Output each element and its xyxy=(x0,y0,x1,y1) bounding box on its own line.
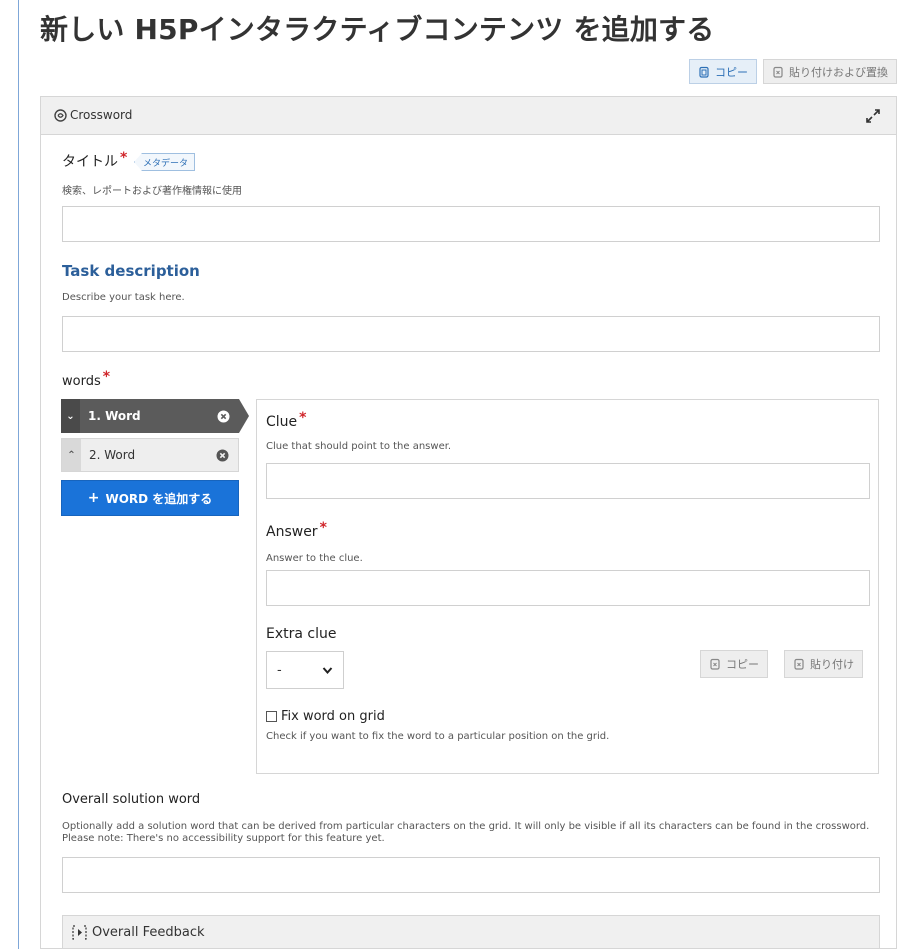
words-label-text: words xyxy=(62,374,101,389)
page-title: 新しい H5Pインタラクティブコンテンツ を追加する xyxy=(40,13,715,46)
clue-label: Clue * xyxy=(266,410,306,430)
extra-clue-select[interactable]: - xyxy=(266,651,344,689)
hub-logo-icon xyxy=(54,109,67,122)
metadata-label: メタデータ xyxy=(143,158,189,169)
remove-icon[interactable] xyxy=(216,449,229,462)
word-copy-label: コピー xyxy=(726,658,759,671)
title-input[interactable] xyxy=(62,206,880,242)
expand-group-icon xyxy=(72,925,87,940)
word-tab-label: 2. Word xyxy=(89,448,136,462)
fix-word-label: Fix word on grid xyxy=(281,709,385,724)
solution-word-input[interactable] xyxy=(62,857,880,893)
paste-icon xyxy=(794,658,804,670)
word-copy-button[interactable]: コピー xyxy=(700,650,768,678)
overall-feedback-label: Overall Feedback xyxy=(92,925,205,940)
task-description-hint: Describe your task here. xyxy=(62,292,185,303)
word-tab-2[interactable]: ⌃ 2. Word xyxy=(61,438,239,472)
copy-button[interactable]: コピー xyxy=(689,59,757,84)
word-paste-label: 貼り付け xyxy=(810,658,854,671)
solution-word-label: Overall solution word xyxy=(62,792,201,807)
add-word-label: WORD を追加する xyxy=(105,491,213,506)
paste-replace-button[interactable]: 貼り付けおよび置換 xyxy=(763,59,897,84)
editor-header: Crossword xyxy=(41,97,896,135)
chevron-down-icon xyxy=(322,667,333,675)
fix-word-row[interactable]: Fix word on grid xyxy=(266,709,385,724)
word-tab-label: 1. Word xyxy=(88,409,141,423)
overall-feedback-group[interactable]: Overall Feedback xyxy=(62,915,880,948)
metadata-button[interactable]: メタデータ xyxy=(134,153,196,171)
required-marker: * xyxy=(102,369,111,385)
required-marker: * xyxy=(299,410,307,426)
clipboard-toolbar: コピー 貼り付けおよび置換 xyxy=(689,59,897,84)
expand-chevron-icon[interactable]: ⌃ xyxy=(62,439,81,471)
required-marker: * xyxy=(319,520,327,536)
answer-input[interactable] xyxy=(266,570,870,606)
extra-clue-selected: - xyxy=(277,662,282,678)
word-form-panel: Clue * Clue that should point to the answ… xyxy=(256,399,879,774)
crossword-editor: Crossword タイトル * メタデータ 検索、レポートおよび著作権情報に使用… xyxy=(40,96,897,949)
task-description-label: Task description xyxy=(62,262,200,280)
required-marker: * xyxy=(120,150,128,166)
copy-icon xyxy=(710,658,720,670)
word-tab-1[interactable]: ⌄ 1. Word xyxy=(61,399,249,433)
collapse-chevron-icon[interactable]: ⌄ xyxy=(61,399,80,433)
paste-replace-label: 貼り付けおよび置換 xyxy=(789,65,888,79)
paste-icon xyxy=(773,66,783,78)
answer-label-text: Answer xyxy=(266,524,318,540)
word-paste-button[interactable]: 貼り付け xyxy=(784,650,863,678)
library-name: Crossword xyxy=(70,108,133,122)
task-description-input[interactable] xyxy=(62,316,880,352)
clue-input[interactable] xyxy=(266,463,870,499)
fix-word-description: Check if you want to fix the word to a p… xyxy=(266,731,610,742)
title-label-text: タイトル xyxy=(62,154,118,170)
answer-label: Answer * xyxy=(266,520,327,540)
plus-icon: + xyxy=(87,490,100,506)
answer-description: Answer to the clue. xyxy=(266,553,363,564)
frame-border xyxy=(18,0,19,949)
fix-word-checkbox[interactable] xyxy=(266,711,277,722)
copy-label: コピー xyxy=(715,65,748,79)
clue-description: Clue that should point to the answer. xyxy=(266,441,452,452)
words-label: words * xyxy=(62,369,110,389)
copy-icon xyxy=(699,66,709,78)
clue-label-text: Clue xyxy=(266,414,298,430)
expand-icon[interactable] xyxy=(864,107,882,125)
extra-clue-label: Extra clue xyxy=(266,626,337,642)
remove-icon[interactable] xyxy=(217,410,230,423)
solution-word-description: Optionally add a solution word that can … xyxy=(62,821,870,844)
title-label: タイトル * xyxy=(62,150,128,171)
title-description: 検索、レポートおよび著作権情報に使用 xyxy=(62,186,242,197)
add-word-button[interactable]: + WORD を追加する xyxy=(61,480,239,516)
